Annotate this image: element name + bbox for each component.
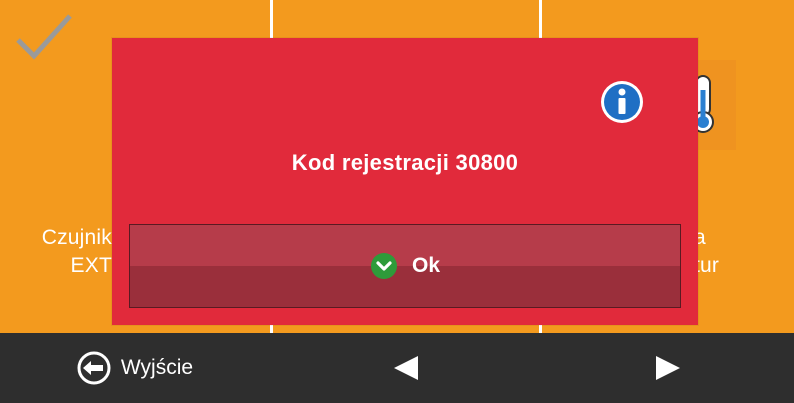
right-tile-line2: tur	[694, 254, 720, 277]
right-tile-label[interactable]: a tur	[694, 224, 734, 280]
right-tile-line1: a	[694, 226, 706, 249]
exit-button[interactable]: Wyjście	[0, 333, 270, 403]
triangle-right-icon	[656, 356, 680, 380]
registration-dialog: Kod rejestracji 30800 Ok	[112, 38, 698, 325]
registration-code-message: Kod rejestracji 30800	[291, 150, 519, 175]
previous-button[interactable]	[273, 333, 539, 403]
sensor-ext-label[interactable]: Czujnik EXT	[36, 224, 112, 280]
check-icon	[16, 14, 72, 60]
sensor-ext-line2: EXT	[70, 254, 112, 277]
chevron-down-icon	[370, 253, 397, 279]
exit-label: Wyjście	[120, 356, 194, 379]
info-icon	[601, 81, 643, 123]
triangle-left-icon	[394, 356, 418, 380]
exit-arrow-icon	[77, 351, 111, 385]
sensor-ext-line1: Czujnik	[41, 226, 112, 249]
ok-button[interactable]: Ok	[129, 224, 681, 308]
ok-label: Ok	[411, 254, 440, 277]
next-button[interactable]	[542, 333, 794, 403]
bottom-toolbar: Wyjście	[0, 333, 794, 403]
